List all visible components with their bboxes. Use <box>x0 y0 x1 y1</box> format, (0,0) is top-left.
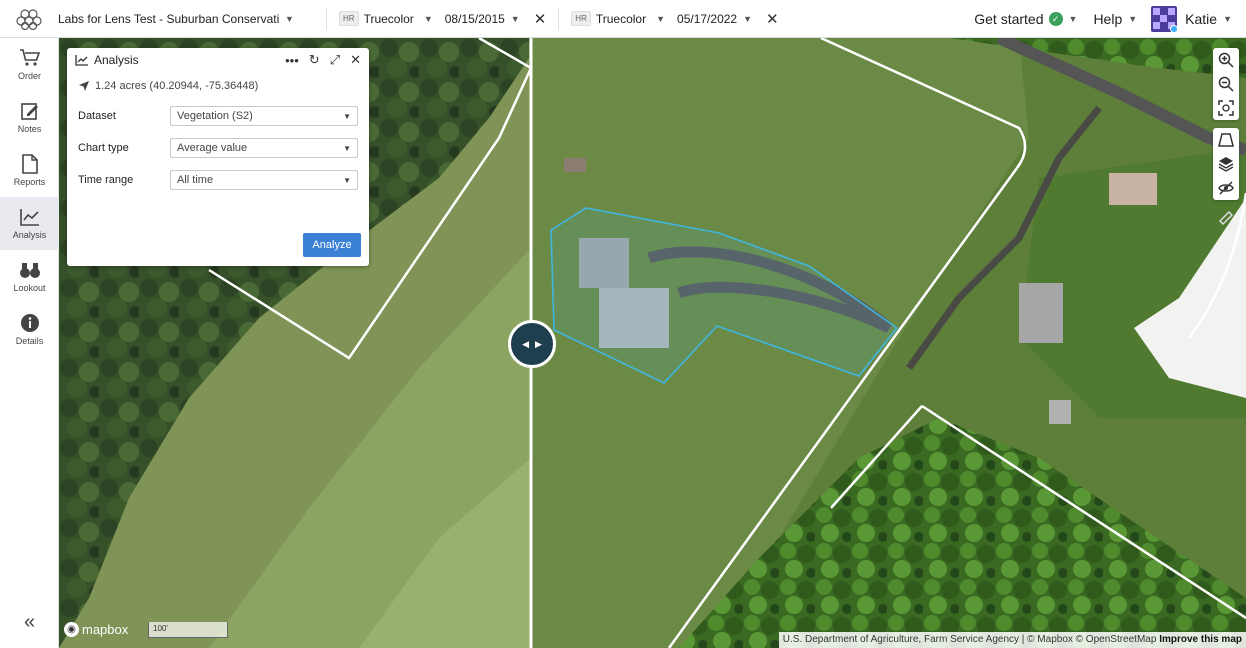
chevron-down-icon[interactable]: ▼ <box>424 14 433 24</box>
chevron-down-icon: ▼ <box>1128 14 1138 24</box>
time-range-select[interactable]: All time ▼ <box>170 170 358 190</box>
chevron-down-icon[interactable]: ▼ <box>743 14 752 24</box>
info-icon <box>20 314 39 332</box>
analyze-button[interactable]: Analyze <box>303 233 361 257</box>
mapbox-label: mapbox <box>82 622 129 637</box>
area-summary: 1.24 acres (40.20944, -75.36448) <box>67 72 369 100</box>
time-range-row: Time range All time ▼ <box>67 164 369 196</box>
sidebar-item-label: Reports <box>13 177 46 187</box>
chevron-down-icon[interactable]: ▼ <box>656 14 665 24</box>
get-started-button[interactable]: Get started ✓ ▼ <box>974 11 1077 27</box>
layer-selector-right[interactable]: Truecolor <box>596 12 646 26</box>
map-toolbar <box>1213 48 1239 230</box>
chart-type-row: Chart type Average value ▼ <box>67 132 369 164</box>
cart-icon <box>19 49 40 66</box>
draw-polygon-icon[interactable] <box>1213 128 1239 152</box>
zoom-out-icon[interactable] <box>1213 72 1239 96</box>
chart-type-label: Chart type <box>78 142 129 154</box>
chevron-down-icon[interactable]: ▼ <box>511 14 520 24</box>
dataset-value: Vegetation (S2) <box>177 110 253 122</box>
dataset-select[interactable]: Vegetation (S2) ▼ <box>170 106 358 126</box>
user-name: Katie <box>1185 11 1218 27</box>
avatar <box>1151 6 1178 32</box>
sidebar-item-label: Notes <box>17 124 42 134</box>
layer-selector-left[interactable]: Truecolor <box>364 12 414 26</box>
arrow-right-icon: ▶ <box>535 338 542 349</box>
time-range-value: All time <box>177 174 214 186</box>
chart-type-select[interactable]: Average value ▼ <box>170 138 358 158</box>
hide-overlay-icon[interactable] <box>1213 176 1239 200</box>
sidebar-item-lookout[interactable]: Lookout <box>0 250 59 303</box>
close-icon[interactable]: ✕ <box>766 10 779 28</box>
close-icon[interactable]: ✕ <box>350 52 361 68</box>
refresh-icon[interactable]: ↻ <box>309 52 320 68</box>
swipe-handle[interactable]: ◀ ▶ <box>508 320 556 368</box>
more-options-icon[interactable]: ••• <box>285 53 299 68</box>
area-text: 1.24 acres (40.20944, -75.36448) <box>95 80 259 92</box>
layer-left: HR Truecolor ▼ 08/15/2015 ▼ ✕ <box>327 0 558 38</box>
zoom-in-icon[interactable] <box>1213 48 1239 72</box>
panel-header: Analysis ••• ↻ ⤢ ✕ <box>67 48 369 72</box>
chevron-down-icon: ▼ <box>343 175 351 185</box>
location-arrow-icon <box>79 81 89 91</box>
project-selector[interactable]: Labs for Lens Test - Suburban Conservati… <box>58 12 326 26</box>
map-attribution: U.S. Department of Agriculture, Farm Ser… <box>778 632 1246 648</box>
sidebar: Order Notes Reports Analysis Lookout Det… <box>0 38 59 648</box>
notes-icon <box>20 103 38 120</box>
mapbox-logo[interactable]: ◉ mapbox <box>64 622 128 637</box>
sidebar-item-label: Analysis <box>12 230 47 240</box>
arrow-left-icon: ◀ <box>522 338 529 349</box>
sidebar-item-label: Order <box>17 71 41 81</box>
app-logo-icon[interactable] <box>0 0 58 38</box>
collapse-sidebar-icon[interactable]: « <box>0 611 59 634</box>
expand-icon[interactable]: ⤢ <box>330 52 340 68</box>
top-right-menu: Get started ✓ ▼ Help ▼ Katie ▼ <box>974 0 1246 38</box>
date-selector-right[interactable]: 05/17/2022 <box>677 12 737 26</box>
resolution-badge: HR <box>571 11 591 26</box>
zoom-controls <box>1213 48 1239 120</box>
sidebar-item-label: Lookout <box>13 283 46 293</box>
check-icon: ✓ <box>1048 12 1063 26</box>
get-started-label: Get started <box>974 11 1044 27</box>
top-bar: Labs for Lens Test - Suburban Conservati… <box>0 0 1246 38</box>
chart-line-icon <box>19 209 39 226</box>
chevron-down-icon: ▼ <box>343 143 351 153</box>
close-icon[interactable]: ✕ <box>534 10 547 28</box>
help-button[interactable]: Help ▼ <box>1093 11 1137 27</box>
chart-type-value: Average value <box>177 142 248 154</box>
ruler-icon[interactable] <box>1213 206 1239 230</box>
dataset-label: Dataset <box>78 110 116 122</box>
sidebar-item-label: Details <box>15 336 44 346</box>
sidebar-item-analysis[interactable]: Analysis <box>0 197 59 250</box>
sidebar-item-order[interactable]: Order <box>0 38 59 91</box>
chevron-down-icon: ▼ <box>1068 14 1078 24</box>
panel-title: Analysis <box>94 53 139 67</box>
layer-right: HR Truecolor ▼ 05/17/2022 ▼ ✕ <box>559 0 790 38</box>
mapbox-icon: ◉ <box>64 622 79 637</box>
analysis-panel: Analysis ••• ↻ ⤢ ✕ 1.24 acres (40.20944,… <box>67 48 369 266</box>
date-selector-left[interactable]: 08/15/2015 <box>445 12 505 26</box>
project-name: Labs for Lens Test - Suburban Conservati… <box>58 11 279 26</box>
sidebar-item-details[interactable]: Details <box>0 303 59 356</box>
fit-bounds-icon[interactable] <box>1213 96 1239 120</box>
chevron-down-icon: ▼ <box>343 111 351 121</box>
dataset-row: Dataset Vegetation (S2) ▼ <box>67 100 369 132</box>
chart-line-icon <box>75 55 88 66</box>
chevron-down-icon: ▼ <box>1223 14 1232 24</box>
scale-bar: 100' <box>148 622 228 638</box>
binoculars-icon <box>19 263 40 278</box>
improve-map-link[interactable]: Improve this map <box>1159 634 1242 645</box>
sidebar-item-reports[interactable]: Reports <box>0 144 59 197</box>
sidebar-item-notes[interactable]: Notes <box>0 91 59 144</box>
resolution-badge: HR <box>339 11 359 26</box>
help-label: Help <box>1093 11 1123 27</box>
time-range-label: Time range <box>78 174 134 186</box>
status-dot <box>1170 25 1178 32</box>
layers-icon[interactable] <box>1213 152 1239 176</box>
chevron-down-icon: ▼ <box>285 13 294 24</box>
reports-icon <box>21 154 38 174</box>
attribution-text: U.S. Department of Agriculture, Farm Ser… <box>782 634 1157 645</box>
map-tools <box>1213 128 1239 200</box>
user-menu[interactable]: Katie ▼ <box>1151 6 1232 32</box>
